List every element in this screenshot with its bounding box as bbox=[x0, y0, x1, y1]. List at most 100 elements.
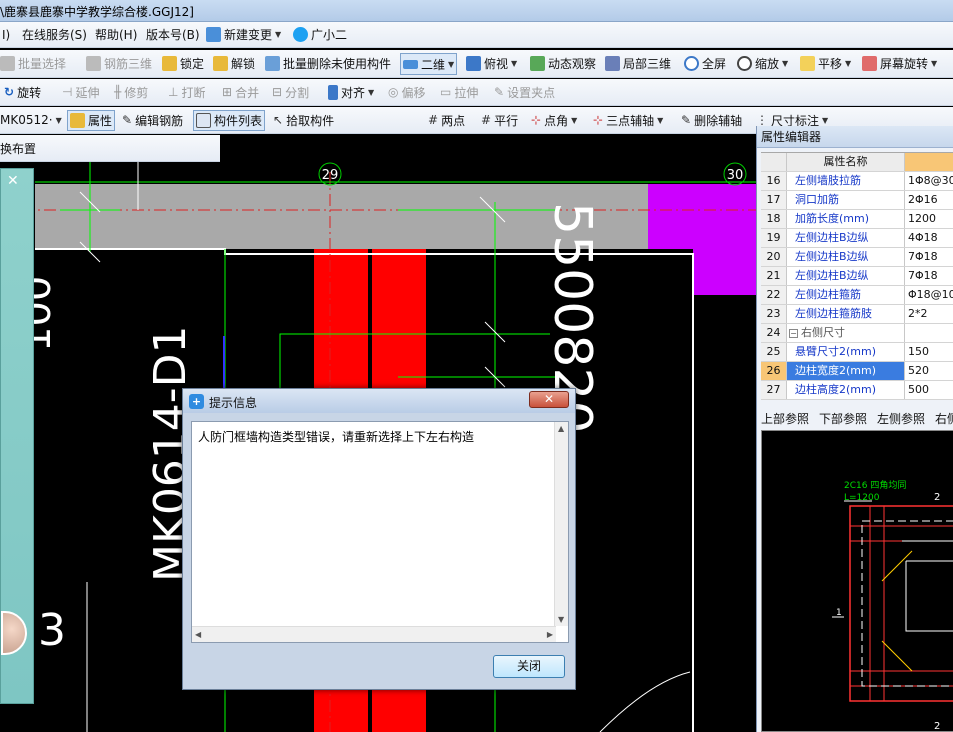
toolbar-layout: 换布置 bbox=[0, 135, 220, 162]
offset-button[interactable]: ◎ 偏移 bbox=[388, 79, 426, 105]
view-2d-select[interactable]: 二维 ▼ bbox=[400, 53, 458, 75]
document-icon bbox=[206, 27, 221, 42]
dropdown-arrow-icon: ▼ bbox=[275, 30, 282, 39]
align-icon bbox=[328, 84, 338, 100]
menu-help[interactable]: 帮助(H) bbox=[95, 22, 137, 47]
fullscreen-button[interactable]: 全屏 bbox=[684, 50, 726, 77]
vertical-scrollbar[interactable]: ▲ ▼ bbox=[554, 422, 568, 626]
change-layout-button[interactable]: 换布置 bbox=[0, 135, 36, 161]
set-grip-button[interactable]: ✎ 设置夹点 bbox=[494, 79, 555, 105]
preview-mark-top: 2 bbox=[934, 492, 940, 503]
table-row-group[interactable]: 24− 右侧尺寸 bbox=[761, 324, 953, 343]
magenta-block-top bbox=[648, 184, 756, 249]
lock-button[interactable]: 锁定 bbox=[162, 50, 204, 77]
table-row[interactable]: 20 左侧边柱B边纵 7Φ18 bbox=[761, 248, 953, 267]
trim-icon: ╫ bbox=[114, 85, 122, 99]
table-row[interactable]: 21 左侧边柱B边纵 7Φ18 bbox=[761, 267, 953, 286]
three-point-icon: ⊹ bbox=[593, 113, 604, 127]
window-title: \鹿寨县鹿寨中学教学综合楼.GGJ12] bbox=[0, 5, 194, 19]
edit-rebar-button[interactable]: ✎ 编辑钢筋 bbox=[122, 107, 183, 133]
extend-button[interactable]: ⊣ 延伸 bbox=[62, 79, 99, 105]
list-icon bbox=[196, 113, 211, 128]
unlock-icon bbox=[213, 56, 228, 71]
table-row[interactable]: 17 洞口加筋 2Φ16 bbox=[761, 191, 953, 210]
magenta-block-lower bbox=[693, 249, 756, 295]
pick-component-button[interactable]: ↖ 拾取构件 bbox=[273, 107, 334, 133]
avatar[interactable] bbox=[1, 611, 27, 655]
tab-top-reference[interactable]: 上部参照 bbox=[761, 410, 809, 430]
local-3d-button[interactable]: 局部三维 bbox=[605, 50, 671, 77]
table-row[interactable]: 23 左侧边柱箍筋肢 2*2 bbox=[761, 305, 953, 324]
table-row[interactable]: 19 左侧边柱B边纵 4Φ18 bbox=[761, 229, 953, 248]
rotate-button[interactable]: ↻ 旋转 bbox=[4, 79, 41, 105]
assistant-button[interactable]: 广小二 bbox=[293, 22, 347, 47]
table-row[interactable]: 18 加筋长度(mm) 1200 bbox=[761, 210, 953, 229]
properties-button[interactable]: 属性 bbox=[67, 110, 116, 131]
zoom-select[interactable]: 缩放 ▼ bbox=[737, 50, 788, 77]
component-select[interactable]: MK0512· ▼ bbox=[0, 107, 62, 133]
top-view-select[interactable]: 俯视 ▼ bbox=[466, 50, 517, 77]
column-header-value bbox=[905, 153, 953, 171]
align-select[interactable]: 对齐 ▼ bbox=[328, 79, 374, 105]
trim-button[interactable]: ╫ 修剪 bbox=[114, 79, 148, 105]
pick-icon: ↖ bbox=[273, 113, 284, 127]
horizontal-scrollbar[interactable]: ◀ ▶ bbox=[192, 626, 556, 642]
tab-bottom-reference[interactable]: 下部参照 bbox=[819, 410, 867, 430]
menu-online-service[interactable]: 在线服务(S) bbox=[22, 22, 87, 47]
tab-right-reference[interactable]: 右侧 bbox=[935, 410, 953, 430]
toolbar-edit: ↻ 旋转 ⊣ 延伸 ╫ 修剪 ⊥ 打断 ⊞ 合并 ⊟ 分割 对齐 ▼ ◎ 偏移 ▭ 拉伸 ✎ 设置夹… bbox=[0, 79, 953, 106]
table-row[interactable]: 27 边柱高度2(mm) 500 bbox=[761, 381, 953, 400]
parallel-icon: # bbox=[481, 113, 492, 127]
brush-icon bbox=[265, 56, 280, 71]
break-button[interactable]: ⊥ 打断 bbox=[168, 79, 205, 105]
batch-delete-unused-button[interactable]: 批量删除未使用构件 bbox=[265, 50, 391, 77]
extend-icon: ⊣ bbox=[62, 85, 73, 99]
message-dialog: + 提示信息 ✕ 人防门框墙构造类型错误，请重新选择上下左右构造 ▲ ▼ ◀ ▶… bbox=[182, 388, 576, 690]
axis-label-29: 29 bbox=[322, 168, 339, 183]
dialog-message-box[interactable]: 人防门框墙构造类型错误，请重新选择上下左右构造 ▲ ▼ ◀ ▶ bbox=[191, 421, 569, 643]
zoom-icon bbox=[737, 56, 752, 71]
dialog-title-bar[interactable]: + 提示信息 ✕ bbox=[183, 389, 575, 413]
assistant-side-panel: ✕ bbox=[0, 168, 34, 704]
table-row[interactable]: 22左侧边柱箍筋Φ18@100 bbox=[761, 286, 953, 305]
close-icon[interactable]: ✕ bbox=[7, 173, 19, 189]
rebar-3d-button[interactable]: 钢筋三维 bbox=[86, 50, 152, 77]
close-button[interactable]: 关闭 bbox=[493, 655, 565, 678]
menu-version[interactable]: 版本号(B) bbox=[146, 22, 200, 47]
dialog-close-button[interactable]: ✕ bbox=[529, 391, 569, 408]
tab-left-reference[interactable]: 左侧参照 bbox=[877, 410, 925, 430]
dialog-message: 人防门框墙构造类型错误，请重新选择上下左右构造 bbox=[198, 430, 475, 444]
table-row[interactable]: 25 悬臂尺寸2(mm) 150 bbox=[761, 343, 953, 362]
pan-select[interactable]: 平移 ▼ bbox=[800, 50, 851, 77]
new-change-button[interactable]: 新建变更 ▼ bbox=[206, 22, 281, 47]
preview-white-2 bbox=[905, 560, 953, 632]
preview-label-top: 2C16 四角均同 bbox=[844, 479, 906, 491]
stretch-button[interactable]: ▭ 拉伸 bbox=[440, 79, 478, 105]
white-curve bbox=[599, 671, 691, 732]
parallel-button[interactable]: # 平行 bbox=[481, 107, 518, 133]
stretch-icon: ▭ bbox=[440, 85, 452, 99]
dialog-title: 提示信息 bbox=[209, 396, 258, 410]
split-button[interactable]: ⊟ 分割 bbox=[272, 79, 309, 105]
batch-select-button[interactable]: 批量选择 bbox=[0, 50, 66, 77]
menu-bar: I) 在线服务(S) 帮助(H) 版本号(B) 新建变更 ▼ 广小二 bbox=[0, 22, 953, 48]
three-point-axis-select[interactable]: ⊹ 三点辅轴 ▼ bbox=[593, 107, 663, 133]
cube-icon bbox=[466, 56, 481, 71]
axis-label-30: 30 bbox=[727, 168, 744, 183]
component-list-button[interactable]: 构件列表 bbox=[193, 110, 266, 131]
column-header-name: 属性名称 bbox=[787, 153, 905, 171]
reference-tabs: 上部参照 下部参照 左侧参照 右侧 bbox=[761, 410, 953, 430]
merge-button[interactable]: ⊞ 合并 bbox=[222, 79, 259, 105]
toolbar-view: 批量选择 钢筋三维 锁定 解锁 批量删除未使用构件 二维 ▼ 俯视 ▼ 动态观察 局… bbox=[0, 50, 953, 78]
table-row-selected[interactable]: 26 边柱宽度2(mm) 520 bbox=[761, 362, 953, 381]
menu-item-i[interactable]: I) bbox=[2, 22, 10, 47]
table-row[interactable]: 16左侧墙肢拉筋1Φ8@300 bbox=[761, 172, 953, 191]
two-point-button[interactable]: # 两点 bbox=[428, 107, 465, 133]
screen-rotate-select[interactable]: 屏幕旋转 ▼ bbox=[862, 50, 937, 77]
delete-axis-button[interactable]: ✎ 删除辅轴 bbox=[681, 107, 742, 133]
unlock-button[interactable]: 解锁 bbox=[213, 50, 255, 77]
point-angle-select[interactable]: ⊹ 点角 ▼ bbox=[531, 107, 577, 133]
preview-mark-bottom: 2 bbox=[934, 721, 940, 732]
dynamic-observe-button[interactable]: 动态观察 bbox=[530, 50, 596, 77]
collapse-icon[interactable]: − bbox=[789, 329, 798, 338]
